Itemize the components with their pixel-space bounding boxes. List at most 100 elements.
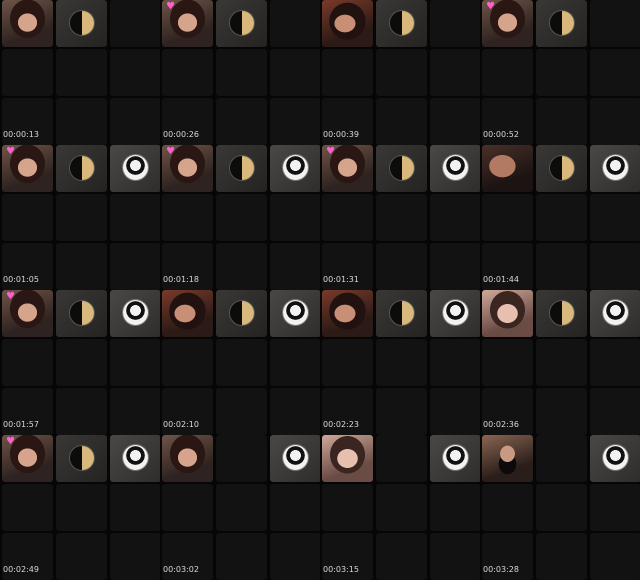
participant-video-tile[interactable]: ♥ bbox=[2, 145, 53, 192]
participant-avatar-tile[interactable] bbox=[270, 145, 320, 192]
empty-tile bbox=[376, 435, 427, 482]
thumbnail-cell[interactable]: 00:00:39 bbox=[320, 0, 480, 145]
empty-tile bbox=[482, 339, 533, 386]
participant-avatar-tile[interactable] bbox=[376, 145, 427, 192]
participant-avatar-tile[interactable] bbox=[270, 290, 320, 337]
timestamp-label: 00:02:23 bbox=[323, 420, 359, 429]
participant-grid bbox=[322, 290, 480, 435]
empty-tile bbox=[322, 339, 373, 386]
timestamp-label: 00:00:13 bbox=[3, 130, 39, 139]
empty-tile bbox=[216, 49, 267, 96]
participant-avatar-tile[interactable] bbox=[430, 145, 480, 192]
participant-avatar-tile[interactable] bbox=[536, 290, 587, 337]
empty-tile bbox=[430, 243, 480, 290]
empty-tile bbox=[216, 243, 267, 290]
participant-avatar-tile[interactable] bbox=[56, 0, 107, 47]
participant-video-tile[interactable] bbox=[322, 0, 373, 47]
participant-avatar-tile[interactable] bbox=[110, 435, 160, 482]
participant-avatar-tile[interactable] bbox=[56, 435, 107, 482]
timestamp-label: 00:02:49 bbox=[3, 565, 39, 574]
thumbnail-cell[interactable]: ♥ 00:01:57 bbox=[0, 290, 160, 435]
heart-icon: ♥ bbox=[486, 1, 495, 12]
participant-avatar-tile[interactable] bbox=[56, 290, 107, 337]
participant-avatar-tile[interactable] bbox=[590, 435, 640, 482]
empty-tile bbox=[270, 388, 320, 435]
participant-avatar-tile[interactable] bbox=[536, 145, 587, 192]
thumbnail-cell[interactable]: 00:02:23 bbox=[320, 290, 480, 435]
participant-video-tile[interactable] bbox=[482, 145, 533, 192]
participant-grid bbox=[162, 435, 320, 580]
empty-tile bbox=[270, 98, 320, 145]
empty-tile bbox=[56, 49, 107, 96]
empty-tile bbox=[536, 194, 587, 241]
empty-tile bbox=[56, 533, 107, 580]
thumbnail-cell[interactable]: ♥ 00:01:05 bbox=[0, 145, 160, 290]
empty-tile bbox=[430, 388, 480, 435]
participant-avatar-tile[interactable] bbox=[590, 290, 640, 337]
participant-video-tile[interactable]: ♥ bbox=[322, 145, 373, 192]
participant-video-tile[interactable] bbox=[162, 435, 213, 482]
participant-video-tile[interactable]: ♥ bbox=[162, 145, 213, 192]
participant-video-tile[interactable]: ♥ bbox=[162, 0, 213, 47]
empty-tile bbox=[430, 49, 480, 96]
participant-avatar-tile[interactable] bbox=[376, 290, 427, 337]
participant-avatar-tile[interactable] bbox=[216, 0, 267, 47]
participant-video-tile[interactable] bbox=[482, 290, 533, 337]
thumbnail-cell[interactable]: 00:02:10 bbox=[160, 290, 320, 435]
participant-avatar-tile[interactable] bbox=[590, 145, 640, 192]
thumbnail-cell[interactable]: ♥ 00:01:18 bbox=[160, 145, 320, 290]
empty-tile bbox=[536, 484, 587, 531]
thumbnail-cell[interactable]: 00:01:44 bbox=[480, 145, 640, 290]
timestamp-label: 00:00:52 bbox=[483, 130, 519, 139]
timestamp-label: 00:00:39 bbox=[323, 130, 359, 139]
empty-tile bbox=[590, 0, 640, 47]
empty-tile bbox=[162, 194, 213, 241]
participant-video-tile[interactable] bbox=[322, 290, 373, 337]
empty-tile bbox=[110, 243, 160, 290]
participant-avatar-tile[interactable] bbox=[56, 145, 107, 192]
thumbnail-cell[interactable]: 00:00:13 bbox=[0, 0, 160, 145]
empty-tile bbox=[216, 484, 267, 531]
empty-tile bbox=[216, 388, 267, 435]
empty-tile bbox=[270, 243, 320, 290]
participant-video-tile[interactable]: ♥ bbox=[2, 435, 53, 482]
thumbnail-cell[interactable]: ♥ 00:00:26 bbox=[160, 0, 320, 145]
participant-avatar-tile[interactable] bbox=[376, 0, 427, 47]
empty-tile bbox=[56, 98, 107, 145]
participant-video-tile[interactable] bbox=[482, 435, 533, 482]
participant-grid: ♥ bbox=[322, 145, 480, 290]
participant-avatar-tile[interactable] bbox=[270, 435, 320, 482]
thumbnail-cell[interactable]: 00:03:15 bbox=[320, 435, 480, 580]
participant-video-tile[interactable] bbox=[322, 435, 373, 482]
empty-tile bbox=[162, 484, 213, 531]
participant-avatar-tile[interactable] bbox=[216, 145, 267, 192]
timestamp-label: 00:02:10 bbox=[163, 420, 199, 429]
heart-icon: ♥ bbox=[166, 1, 175, 12]
participant-video-tile[interactable]: ♥ bbox=[2, 290, 53, 337]
participant-video-tile[interactable] bbox=[2, 0, 53, 47]
participant-video-tile[interactable] bbox=[162, 290, 213, 337]
thumbnail-cell[interactable]: ♥ 00:02:49 bbox=[0, 435, 160, 580]
thumbnail-cell[interactable]: 00:02:36 bbox=[480, 290, 640, 435]
thumbnail-cell[interactable]: ♥ 00:00:52 bbox=[480, 0, 640, 145]
timestamp-label: 00:03:15 bbox=[323, 565, 359, 574]
participant-avatar-tile[interactable] bbox=[430, 435, 480, 482]
participant-avatar-tile[interactable] bbox=[110, 290, 160, 337]
thumbnail-cell[interactable]: ♥ 00:01:31 bbox=[320, 145, 480, 290]
empty-tile bbox=[110, 484, 160, 531]
participant-avatar-tile[interactable] bbox=[110, 145, 160, 192]
empty-tile bbox=[110, 98, 160, 145]
empty-tile bbox=[376, 484, 427, 531]
participant-avatar-tile[interactable] bbox=[430, 290, 480, 337]
participant-video-tile[interactable]: ♥ bbox=[482, 0, 533, 47]
timestamp-label: 00:03:28 bbox=[483, 565, 519, 574]
empty-tile bbox=[322, 484, 373, 531]
empty-tile bbox=[590, 243, 640, 290]
participant-avatar-tile[interactable] bbox=[216, 290, 267, 337]
participant-avatar-tile[interactable] bbox=[536, 0, 587, 47]
empty-tile bbox=[322, 49, 373, 96]
heart-icon: ♥ bbox=[6, 146, 15, 157]
thumbnail-cell[interactable]: 00:03:28 bbox=[480, 435, 640, 580]
participant-grid: ♥ bbox=[162, 0, 320, 145]
thumbnail-cell[interactable]: 00:03:02 bbox=[160, 435, 320, 580]
